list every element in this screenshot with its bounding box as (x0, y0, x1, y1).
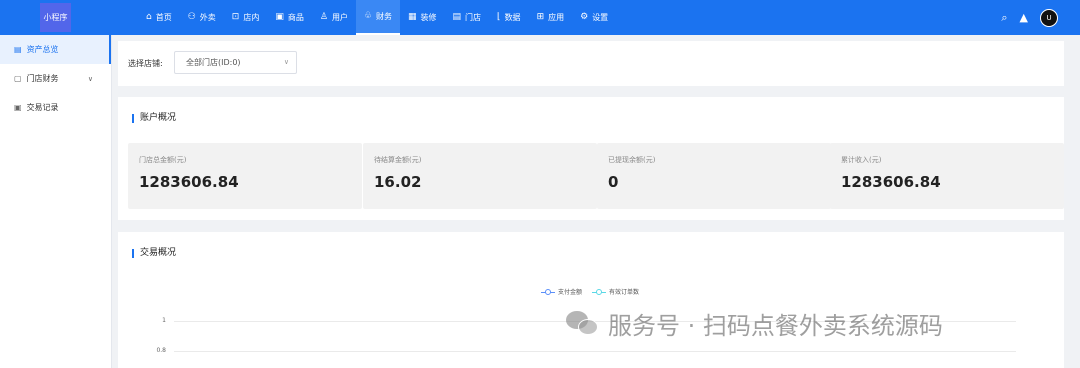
store-icon: ⊡ (231, 12, 240, 22)
stat-card: 已提现余额(元) 0 (597, 143, 831, 209)
bell-icon[interactable]: ▲ (1020, 11, 1028, 24)
legend-marker-icon (592, 288, 607, 295)
decorate-icon: ▦ (408, 12, 417, 22)
home-icon: ⌂ (146, 12, 152, 22)
stat-card: 门店总金额(元) 1283606.84 (128, 143, 362, 209)
gridline (174, 351, 1016, 352)
nav-item-label: 用户 (331, 13, 348, 22)
store-select-value: 全部门店(ID:0) (186, 58, 241, 67)
nav-item[interactable]: ♧ 财务 (355, 0, 401, 35)
stat-label: 待结算金额(元) (374, 156, 422, 164)
nav-item-label: 财务 (376, 12, 393, 21)
settings-icon: ⚙ (580, 12, 589, 22)
nav-item-label: 首页 (155, 13, 172, 22)
stat-value: 1283606.84 (841, 173, 941, 191)
sidebar-item-label: 交易记录 (26, 103, 59, 112)
main-nav: ⌂ 首页 ⚇ 外卖 ⊡ 店内 ▣ 商品 ♙ 用户 ♧ 财务 ▦ 装修 ▤ 门店 ⌊ 数据 ⊞ 应用 ⚙ 设置 (138, 0, 616, 35)
sidebar-item[interactable]: ▣ 交易记录 (0, 93, 111, 122)
nav-item[interactable]: ▤ 门店 (445, 0, 490, 35)
stat-label: 已提现余额(元) (608, 156, 656, 164)
trade-overview-card: 交易概况 支付金额 有效订单数 1 0.8 (118, 232, 1064, 368)
search-icon[interactable]: ⌕ (1001, 11, 1007, 25)
menu-icon: ▣ (14, 103, 22, 112)
section-title: 账户概况 (132, 114, 176, 123)
nav-item[interactable]: ⊞ 应用 (529, 0, 573, 35)
legend-label: 有效订单数 (609, 289, 640, 296)
stat-card: 待结算金额(元) 16.02 (363, 143, 597, 209)
stat-value: 0 (608, 173, 619, 191)
store-select-label: 选择店铺: (128, 59, 163, 68)
nav-item[interactable]: ⊡ 店内 (224, 0, 268, 35)
chevron-down-icon: ∨ (87, 74, 93, 83)
shop-icon: ▤ (452, 12, 462, 22)
finance-icon: ♧ (363, 11, 373, 21)
app-logo[interactable]: 小程序 (40, 3, 71, 32)
sidebar-item[interactable]: ▢ 门店财务 ∨ (0, 64, 111, 93)
nav-item-label: 外卖 (199, 13, 216, 22)
menu-icon: ▤ (14, 45, 22, 54)
chevron-down-icon: ∨ (283, 58, 289, 66)
y-tick-label: 0.8 (156, 347, 166, 354)
nav-item[interactable]: ⌂ 首页 (138, 0, 180, 35)
nav-item[interactable]: ⚇ 外卖 (180, 0, 224, 35)
sidebar-item-label: 资产总览 (26, 45, 59, 54)
user-icon: ♙ (319, 12, 328, 22)
chart-legend: 支付金额 有效订单数 (541, 287, 639, 296)
watermark: 服务号 · 扫码点餐外卖系统源码 (566, 306, 943, 341)
nav-item-label: 店内 (243, 13, 260, 22)
section-title: 交易概况 (132, 249, 176, 258)
sidebar-item-label: 门店财务 (26, 74, 59, 83)
legend-item[interactable]: 有效订单数 (592, 287, 639, 296)
menu-icon: ▢ (14, 74, 22, 83)
legend-item[interactable]: 支付金额 (541, 287, 582, 296)
stat-value: 1283606.84 (139, 173, 239, 191)
nav-item-label: 数据 (504, 13, 521, 22)
nav-item-label: 门店 (465, 13, 482, 22)
top-right-tools: ⌕ ▲ U (1001, 0, 1058, 35)
sidebar-item[interactable]: ▤ 资产总览 (0, 35, 111, 64)
store-filter-card: 选择店铺: 全部门店(ID:0) ∨ (118, 41, 1064, 86)
data-icon: ⌊ (497, 12, 501, 22)
apps-icon: ⊞ (536, 12, 545, 22)
goods-icon: ▣ (275, 12, 284, 22)
nav-item[interactable]: ⌊ 数据 (489, 0, 529, 35)
account-overview-card: 账户概况 门店总金额(元) 1283606.84 待结算金额(元) 16.02 已提现余… (118, 97, 1064, 220)
delivery-icon: ⚇ (187, 12, 196, 22)
y-tick-label: 1 (162, 317, 166, 324)
nav-item-label: 商品 (287, 13, 304, 22)
legend-label: 支付金额 (558, 289, 583, 296)
nav-item[interactable]: ⚙ 设置 (572, 0, 616, 35)
nav-item[interactable]: ♙ 用户 (312, 0, 356, 35)
avatar[interactable]: U (1040, 8, 1058, 27)
watermark-text: 服务号 · 扫码点餐外卖系统源码 (608, 312, 943, 340)
wechat-icon (566, 309, 600, 339)
store-select[interactable]: 全部门店(ID:0) ∨ (174, 51, 297, 74)
top-navbar: 小程序 ⌂ 首页 ⚇ 外卖 ⊡ 店内 ▣ 商品 ♙ 用户 ♧ 财务 ▦ 装修 ▤ 门店 ⌊ 数据 ⊞ 应用 ⚙ 设置 ⌕ … (0, 0, 1080, 35)
nav-item-label: 装修 (420, 13, 437, 22)
stat-card: 累计收入(元) 1283606.84 (830, 143, 1064, 209)
nav-item-label: 设置 (592, 13, 609, 22)
stat-label: 累计收入(元) (841, 156, 882, 164)
stat-label: 门店总金额(元) (139, 156, 187, 164)
nav-item-label: 应用 (548, 13, 565, 22)
legend-marker-icon (541, 288, 555, 295)
sidebar: ▤ 资产总览 ▢ 门店财务 ∨ ▣ 交易记录 (0, 35, 112, 368)
stat-value: 16.02 (374, 173, 422, 191)
nav-item[interactable]: ▦ 装修 (400, 0, 445, 35)
nav-item[interactable]: ▣ 商品 (267, 0, 312, 35)
